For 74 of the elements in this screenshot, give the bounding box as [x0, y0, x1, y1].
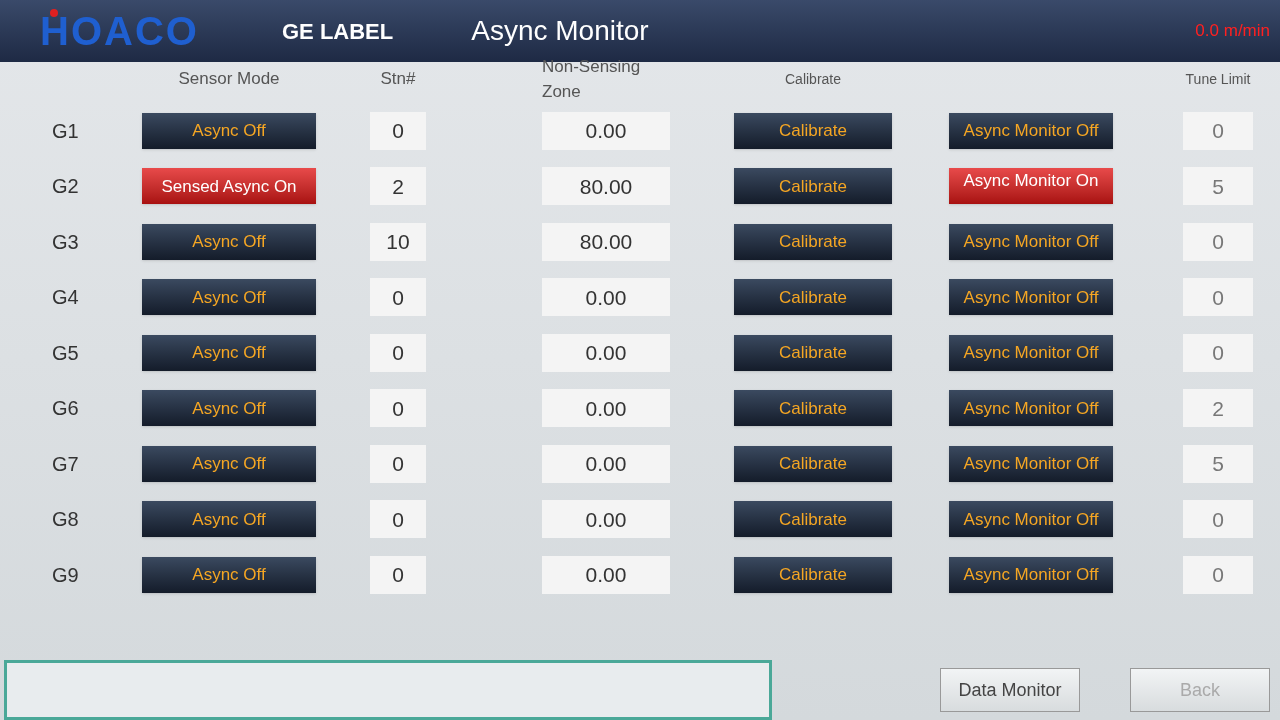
sensor-mode-button[interactable]: Async Off	[142, 501, 316, 538]
sensor-mode-button[interactable]: Async Off	[142, 556, 316, 593]
row-label: G4	[52, 286, 79, 309]
screen-title: Async Monitor	[471, 14, 649, 48]
calibrate-button[interactable]: Calibrate	[734, 445, 892, 482]
row-label: G8	[52, 508, 79, 531]
station-field[interactable]: 0	[370, 555, 426, 594]
async-monitor-button[interactable]: Async Monitor Off	[949, 279, 1113, 316]
station-field[interactable]: 0	[370, 111, 426, 150]
sensor-mode-button[interactable]: Async Off	[142, 279, 316, 316]
tune-limit-field[interactable]: 5	[1183, 167, 1253, 206]
tune-limit-field[interactable]: 0	[1183, 278, 1253, 317]
zone-field[interactable]: 0.00	[542, 389, 670, 428]
tune-limit-field[interactable]: 0	[1183, 555, 1253, 594]
calibrate-button[interactable]: Calibrate	[734, 223, 892, 260]
sensor-mode-button[interactable]: Sensed Async On	[142, 168, 316, 205]
tune-limit-field[interactable]: 5	[1183, 444, 1253, 483]
column-header: Sensor Mode	[178, 68, 280, 91]
zone-field[interactable]: 80.00	[542, 167, 670, 206]
row-label: G3	[52, 230, 79, 253]
async-monitor-button[interactable]: Async Monitor Off	[949, 334, 1113, 371]
speed-readout: 0.0 m/min	[1195, 20, 1270, 43]
calibrate-button[interactable]: Calibrate	[734, 390, 892, 427]
zone-field[interactable]: 0.00	[542, 278, 670, 317]
zone-field[interactable]: 80.00	[542, 222, 670, 261]
zone-field[interactable]: 0.00	[542, 444, 670, 483]
product-name: GE LABEL	[282, 17, 394, 46]
tune-limit-field[interactable]: 0	[1183, 333, 1253, 372]
station-field[interactable]: 10	[370, 222, 426, 261]
sensor-mode-button[interactable]: Async Off	[142, 390, 316, 427]
async-monitor-button[interactable]: Async Monitor Off	[949, 112, 1113, 149]
column-header: Tune Limit	[1185, 69, 1251, 89]
station-field[interactable]: 0	[370, 500, 426, 539]
row-label: G2	[52, 175, 79, 198]
zone-field[interactable]: 0.00	[542, 111, 670, 150]
logo: HOACO	[40, 11, 200, 51]
row-label: G6	[52, 397, 79, 420]
tune-limit-field[interactable]: 0	[1183, 500, 1253, 539]
row-label: G7	[52, 452, 79, 475]
row-label: G1	[52, 119, 79, 142]
tune-limit-field[interactable]: 0	[1183, 222, 1253, 261]
calibrate-button[interactable]: Calibrate	[734, 112, 892, 149]
column-header: Stn#	[380, 68, 416, 91]
calibrate-button[interactable]: Calibrate	[734, 334, 892, 371]
sensor-mode-button[interactable]: Async Off	[142, 112, 316, 149]
async-monitor-button[interactable]: Async Monitor Off	[949, 445, 1113, 482]
station-field[interactable]: 0	[370, 278, 426, 317]
sensor-mode-button[interactable]: Async Off	[142, 223, 316, 260]
tune-limit-field[interactable]: 0	[1183, 111, 1253, 150]
calibrate-button[interactable]: Calibrate	[734, 556, 892, 593]
column-header: Non-Sensing Zone	[542, 55, 642, 103]
calibrate-button[interactable]: Calibrate	[734, 501, 892, 538]
zone-field[interactable]: 0.00	[542, 555, 670, 594]
async-monitor-button[interactable]: Async Monitor Off	[949, 501, 1113, 538]
tune-limit-field[interactable]: 2	[1183, 389, 1253, 428]
station-field[interactable]: 0	[370, 389, 426, 428]
column-header: Calibrate	[785, 69, 841, 89]
calibrate-button[interactable]: Calibrate	[734, 279, 892, 316]
sensor-mode-button[interactable]: Async Off	[142, 445, 316, 482]
row-label: G5	[52, 341, 79, 364]
row-label: G9	[52, 563, 79, 586]
sensor-mode-button[interactable]: Async Off	[142, 334, 316, 371]
async-monitor-button[interactable]: Async Monitor Off	[949, 223, 1113, 260]
async-monitor-button[interactable]: Async Monitor On	[949, 168, 1113, 205]
zone-field[interactable]: 0.00	[542, 500, 670, 539]
message-field[interactable]	[4, 660, 772, 720]
async-monitor-button[interactable]: Async Monitor Off	[949, 390, 1113, 427]
zone-field[interactable]: 0.00	[542, 333, 670, 372]
async-monitor-button[interactable]: Async Monitor Off	[949, 556, 1113, 593]
station-field[interactable]: 2	[370, 167, 426, 206]
station-field[interactable]: 0	[370, 333, 426, 372]
calibrate-button[interactable]: Calibrate	[734, 168, 892, 205]
station-field[interactable]: 0	[370, 444, 426, 483]
footer-button[interactable]: Data Monitor	[940, 668, 1080, 712]
